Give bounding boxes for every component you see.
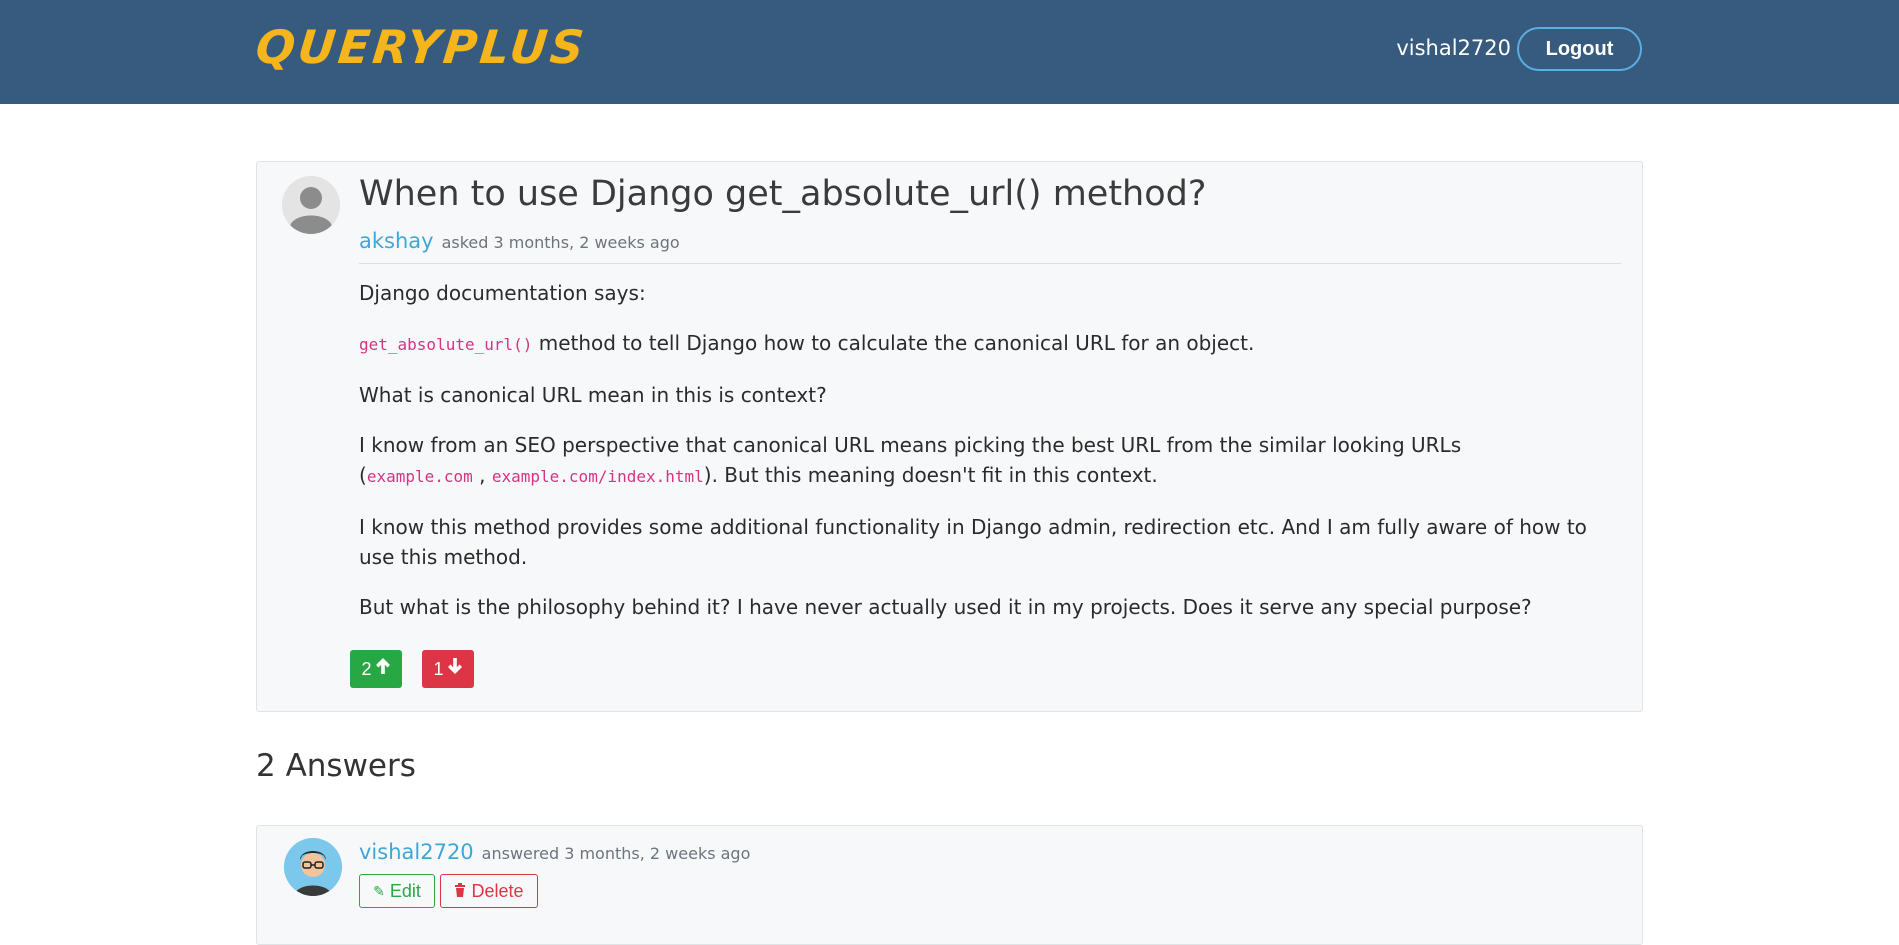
- delete-button[interactable]: Delete: [440, 874, 538, 908]
- logout-button[interactable]: Logout: [1517, 27, 1642, 71]
- arrow-down-icon: [447, 657, 463, 681]
- answer-author-link[interactable]: vishal2720: [359, 840, 474, 864]
- upvote-count: 2: [361, 658, 372, 679]
- body-paragraph: Django documentation says:: [359, 281, 646, 305]
- body-paragraph: I know this method provides some additio…: [359, 515, 1587, 569]
- body-paragraph: What is canonical URL mean in this is co…: [359, 383, 827, 407]
- downvote-button[interactable]: 1: [422, 650, 474, 688]
- inline-code: example.com/index.html: [491, 467, 704, 486]
- inline-code: get_absolute_url(): [359, 335, 533, 354]
- answer-card: vishal2720 answered 3 months, 2 weeks ago…: [256, 825, 1643, 945]
- brand-logo[interactable]: QUERYPLUS: [253, 20, 589, 74]
- body-paragraph: But what is the philosophy behind it? I …: [359, 595, 1532, 619]
- trash-icon: [454, 882, 466, 900]
- question-title: When to use Django get_absolute_url() me…: [359, 174, 1207, 214]
- body-paragraph: get_absolute_url() method to tell Django…: [359, 331, 1255, 355]
- inline-code: example.com: [366, 467, 473, 486]
- answered-time: answered 3 months, 2 weeks ago: [481, 844, 751, 863]
- user-avatar-icon[interactable]: [284, 838, 342, 896]
- answer-meta: vishal2720 answered 3 months, 2 weeks ago: [359, 840, 750, 864]
- question-author-link[interactable]: akshay: [359, 229, 434, 253]
- edit-button[interactable]: ✎ Edit: [359, 874, 435, 908]
- downvote-count: 1: [433, 658, 444, 679]
- pencil-icon: ✎: [373, 882, 385, 899]
- body-paragraph: I know from an SEO perspective that cano…: [359, 433, 1462, 487]
- question-body: Django documentation says: get_absolute_…: [359, 278, 1621, 642]
- nav-username[interactable]: vishal2720: [1396, 36, 1511, 60]
- answers-count-heading: 2 Answers: [256, 748, 416, 784]
- navbar: QUERYPLUS vishal2720 Logout: [0, 0, 1899, 104]
- asked-time: asked 3 months, 2 weeks ago: [441, 233, 680, 252]
- question-meta: akshay asked 3 months, 2 weeks ago: [359, 229, 1621, 264]
- question-card: When to use Django get_absolute_url() me…: [256, 161, 1643, 712]
- arrow-up-icon: [375, 657, 391, 681]
- upvote-button[interactable]: 2: [350, 650, 402, 688]
- default-avatar-icon[interactable]: [282, 176, 340, 234]
